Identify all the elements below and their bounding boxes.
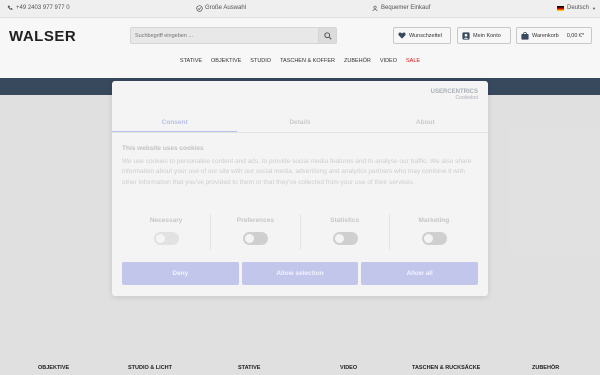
cookiebot-logo-sub: Cookiebot (455, 95, 478, 101)
marketing-toggle[interactable] (421, 232, 447, 245)
statistics-toggle[interactable] (332, 232, 358, 245)
deny-button[interactable]: Deny (122, 262, 239, 285)
allow-selection-button[interactable]: Allow selection (241, 262, 359, 285)
cookie-consent-dialog: USERCENTRICS Cookiebot Consent Details A… (112, 81, 488, 296)
cookie-title: This website uses cookies (122, 145, 204, 152)
cookie-categories: Necessary Preferences Statistics Marketi… (122, 214, 478, 250)
category-necessary-label: Necessary (149, 217, 183, 224)
category-necessary: Necessary (122, 214, 212, 250)
necessary-toggle (154, 232, 180, 245)
cookiebot-logo: USERCENTRICS Cookiebot (431, 89, 478, 101)
cookie-tabs: Consent Details About (112, 113, 488, 133)
preferences-toggle[interactable] (243, 232, 269, 245)
cookie-buttons: Deny Allow selection Allow all (122, 262, 479, 285)
category-marketing-label: Marketing (418, 217, 450, 224)
tab-about[interactable]: About (363, 113, 488, 132)
category-statistics-label: Statistics (330, 217, 360, 224)
allow-all-button[interactable]: Allow all (361, 262, 479, 285)
category-preferences: Preferences (211, 214, 301, 250)
tab-details[interactable]: Details (237, 113, 362, 132)
category-marketing: Marketing (390, 214, 478, 250)
category-statistics: Statistics (301, 214, 390, 250)
tab-consent[interactable]: Consent (112, 113, 238, 132)
cookie-description: We use cookies to personalise content an… (122, 158, 472, 186)
category-preferences-label: Preferences (236, 217, 274, 224)
